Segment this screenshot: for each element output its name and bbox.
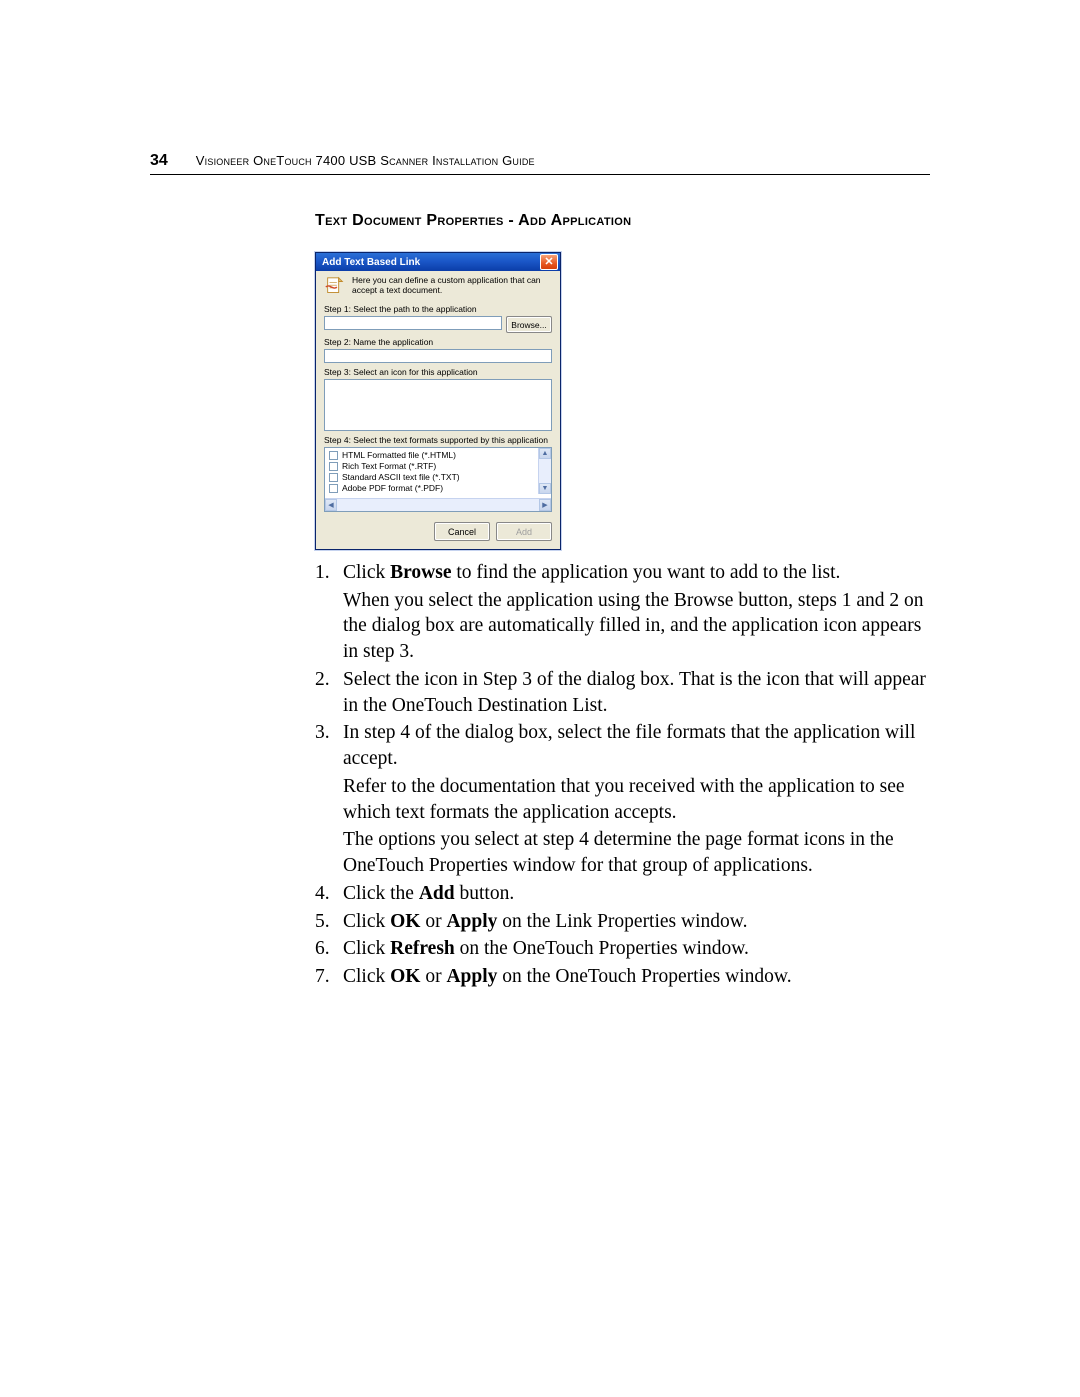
header-rule xyxy=(150,174,930,175)
step-text: Click Refresh on the OneTouch Properties… xyxy=(343,938,749,959)
dialog-body: Here you can define a custom application… xyxy=(316,271,560,549)
step4-label: Step 4: Select the text formats supporte… xyxy=(324,435,552,445)
scroll-left-icon[interactable]: ◀ xyxy=(325,499,337,511)
format-item-pdf[interactable]: Adobe PDF format (*.PDF) xyxy=(329,483,537,494)
application-path-input[interactable] xyxy=(324,316,502,330)
browse-button[interactable]: Browse... xyxy=(506,316,552,333)
instruction-item-2: Select the icon in Step 3 of the dialog … xyxy=(315,667,930,718)
dialog-button-row: Cancel Add xyxy=(324,522,552,541)
page-header: 34 Visioneer OneTouch 7400 USB Scanner I… xyxy=(150,152,930,170)
document-icon xyxy=(324,276,346,298)
application-name-input[interactable] xyxy=(324,349,552,363)
step-text: Click Browse to find the application you… xyxy=(343,562,840,583)
step-extra: When you select the application using th… xyxy=(343,588,930,665)
step-extra: Refer to the documentation that you rece… xyxy=(343,774,930,825)
instruction-list: Click Browse to find the application you… xyxy=(315,560,930,990)
horizontal-scrollbar[interactable]: ◀ ▶ xyxy=(325,498,551,511)
section-title: Text Document Properties - Add Applicati… xyxy=(315,212,631,230)
step-text: Click the Add button. xyxy=(343,883,514,904)
instruction-item-5: Click OK or Apply on the Link Properties… xyxy=(315,909,930,935)
instruction-item-4: Click the Add button. xyxy=(315,881,930,907)
path-row: Browse... xyxy=(324,316,552,333)
format-item-rtf[interactable]: Rich Text Format (*.RTF) xyxy=(329,461,537,472)
checkbox-icon[interactable] xyxy=(329,462,338,471)
format-label: HTML Formatted file (*.HTML) xyxy=(342,450,456,461)
icon-selection-box[interactable] xyxy=(324,379,552,431)
vertical-scrollbar[interactable]: ▲ ▼ xyxy=(538,448,551,494)
dialog-intro: Here you can define a custom application… xyxy=(324,276,552,298)
step-text: In step 4 of the dialog box, select the … xyxy=(343,722,915,769)
add-text-link-dialog: Add Text Based Link ✕ Here you can defin… xyxy=(315,252,561,550)
step1-label: Step 1: Select the path to the applicati… xyxy=(324,304,552,314)
format-item-txt[interactable]: Standard ASCII text file (*.TXT) xyxy=(329,472,537,483)
format-label: Standard ASCII text file (*.TXT) xyxy=(342,472,460,483)
header-text: Visioneer OneTouch 7400 USB Scanner Inst… xyxy=(196,153,535,168)
step-text: Select the icon in Step 3 of the dialog … xyxy=(343,669,926,716)
step-text: Click OK or Apply on the Link Properties… xyxy=(343,911,747,932)
format-label: Adobe PDF format (*.PDF) xyxy=(342,483,443,494)
checkbox-icon[interactable] xyxy=(329,484,338,493)
dialog-intro-text: Here you can define a custom application… xyxy=(352,276,552,296)
instruction-item-7: Click OK or Apply on the OneTouch Proper… xyxy=(315,964,930,990)
instruction-item-6: Click Refresh on the OneTouch Properties… xyxy=(315,936,930,962)
format-list: HTML Formatted file (*.HTML) Rich Text F… xyxy=(324,447,552,512)
dialog-titlebar: Add Text Based Link ✕ xyxy=(316,253,560,271)
step-text: Click OK or Apply on the OneTouch Proper… xyxy=(343,966,792,987)
format-item-html[interactable]: HTML Formatted file (*.HTML) xyxy=(329,450,537,461)
step-extra: The options you select at step 4 determi… xyxy=(343,827,930,878)
checkbox-icon[interactable] xyxy=(329,473,338,482)
close-icon[interactable]: ✕ xyxy=(540,254,558,270)
dialog-title-text: Add Text Based Link xyxy=(322,257,420,268)
instruction-item-1: Click Browse to find the application you… xyxy=(315,560,930,665)
format-label: Rich Text Format (*.RTF) xyxy=(342,461,436,472)
step2-label: Step 2: Name the application xyxy=(324,337,552,347)
cancel-button[interactable]: Cancel xyxy=(434,522,490,541)
checkbox-icon[interactable] xyxy=(329,451,338,460)
instructions: Click Browse to find the application you… xyxy=(315,560,930,992)
document-page: 34 Visioneer OneTouch 7400 USB Scanner I… xyxy=(0,0,1080,1397)
scroll-down-icon[interactable]: ▼ xyxy=(539,483,551,494)
instruction-item-3: In step 4 of the dialog box, select the … xyxy=(315,720,930,878)
step3-label: Step 3: Select an icon for this applicat… xyxy=(324,367,552,377)
scroll-up-icon[interactable]: ▲ xyxy=(539,448,551,459)
add-button[interactable]: Add xyxy=(496,522,552,541)
page-number: 34 xyxy=(150,152,168,170)
scroll-right-icon[interactable]: ▶ xyxy=(539,499,551,511)
